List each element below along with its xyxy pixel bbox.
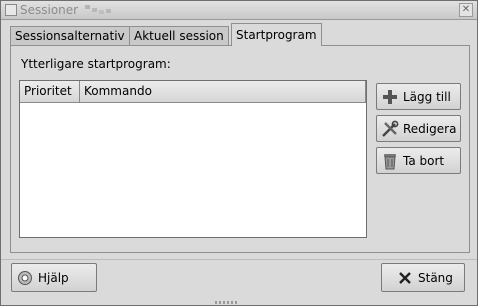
trash-icon <box>381 152 399 170</box>
edit-button[interactable]: Redigera <box>376 115 461 142</box>
tab-session-options[interactable]: Sessionsalternativ <box>10 26 130 45</box>
column-command[interactable]: Kommando <box>80 81 366 102</box>
plus-icon <box>381 88 399 106</box>
title-decoration-icon <box>85 5 111 14</box>
tab-current-session[interactable]: Aktuell session <box>129 26 229 45</box>
section-label: Ytterligare startprogram: <box>21 57 171 71</box>
resize-grip[interactable] <box>215 301 239 304</box>
x-icon <box>396 269 414 287</box>
add-button-label: Lägg till <box>403 89 451 104</box>
window-close-button[interactable]: ✕ <box>459 3 473 17</box>
lifebuoy-icon <box>16 269 34 287</box>
window-menu-icon[interactable] <box>5 4 17 16</box>
close-button[interactable]: Stäng <box>381 263 465 292</box>
startup-program-list[interactable]: Prioritet Kommando <box>19 80 367 238</box>
column-priority[interactable]: Prioritet <box>20 81 80 102</box>
add-button[interactable]: Lägg till <box>376 83 461 110</box>
window-title: Sessioner <box>20 3 79 17</box>
title-bar[interactable]: Sessioner ✕ <box>1 1 477 20</box>
remove-button[interactable]: Ta bort <box>376 147 461 174</box>
footer-divider <box>1 259 477 260</box>
startup-panel: Ytterligare startprogram: Prioritet Komm… <box>10 45 470 253</box>
help-button[interactable]: Hjälp <box>11 263 97 292</box>
tab-startup-programs[interactable]: Startprogram <box>231 23 322 46</box>
list-header: Prioritet Kommando <box>20 81 366 103</box>
remove-button-label: Ta bort <box>403 153 445 168</box>
edit-button-label: Redigera <box>403 121 457 136</box>
tools-icon <box>381 120 399 138</box>
close-button-label: Stäng <box>418 270 453 285</box>
sessions-window: Sessioner ✕ Sessionsalternativ Aktuell s… <box>0 0 478 306</box>
help-button-label: Hjälp <box>38 270 69 285</box>
